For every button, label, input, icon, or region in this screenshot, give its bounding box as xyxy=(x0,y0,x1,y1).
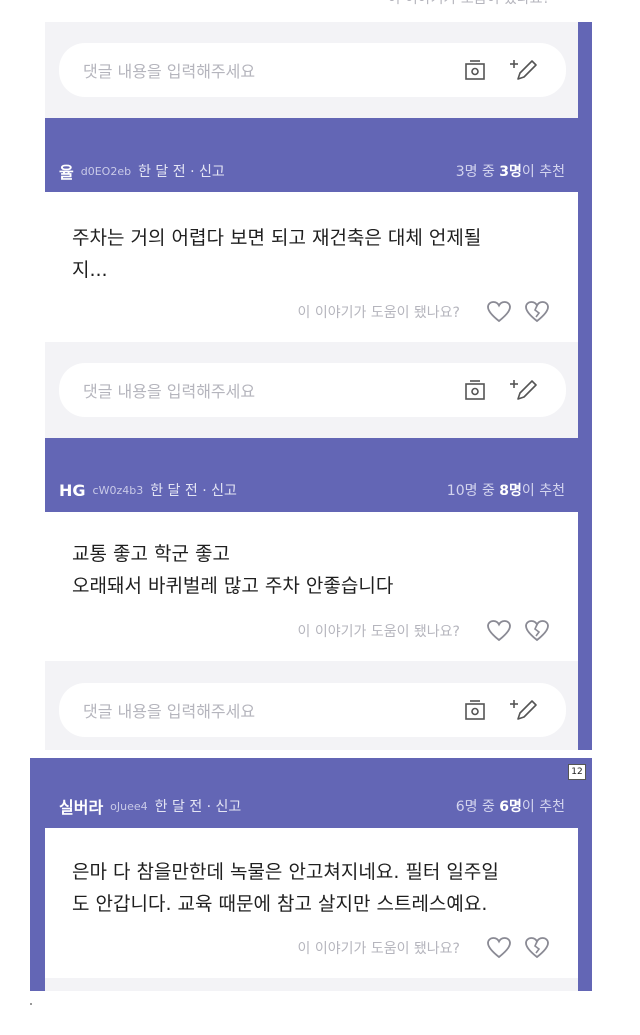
review-card: 교통 좋고 학군 좋고 오래돼서 바퀴벌레 많고 주차 안좋습니다 이 이야기가… xyxy=(45,512,578,661)
review-panel: 이 이야기가 도움이 됐나요? 댓글 내용을 입력해주세요 율 d0EO2eb xyxy=(45,0,592,750)
helpful-row: 이 이야기가 도움이 됐나요? xyxy=(298,619,550,643)
time-report-link[interactable]: 한 달 전 · 신고 xyxy=(138,161,225,181)
camera-icon[interactable] xyxy=(464,379,486,401)
add-pen-icon[interactable] xyxy=(508,58,538,82)
review-panel: 12 실버라 oJuee4 한 달 전 · 신고 6명 중 6명이 추천 은마 … xyxy=(30,758,592,991)
helpful-row: 이 이야기가 도움이 됐나요? xyxy=(298,936,550,960)
reviewer-nickname: 실버라 xyxy=(59,798,104,817)
comment-area: 댓글 내용을 입력해주세요 xyxy=(45,22,578,118)
reviewer-id: oJuee4 xyxy=(110,799,148,813)
comment-placeholder: 댓글 내용을 입력해주세요 xyxy=(83,702,256,721)
helpful-question: 이 이야기가 도움이 됐나요? xyxy=(388,0,550,8)
review-meta: 율 d0EO2eb 한 달 전 · 신고 3명 중 3명이 추천 xyxy=(59,158,565,184)
helpful-row: 이 이야기가 도움이 됐나요? xyxy=(298,300,550,324)
helpful-question: 이 이야기가 도움이 됐나요? xyxy=(297,305,460,321)
reviewer-id: cW0z4b3 xyxy=(92,483,144,497)
add-pen-icon[interactable] xyxy=(508,698,538,722)
helpful-question: 이 이야기가 도움이 됐나요? xyxy=(297,941,460,957)
time-report-link[interactable]: 한 달 전 · 신고 xyxy=(150,480,237,500)
broken-heart-icon[interactable] xyxy=(524,936,550,960)
reviewer-nickname: 율 xyxy=(59,163,74,182)
review-text: 교통 좋고 학군 좋고 오래돼서 바퀴벌레 많고 주차 안좋습니다 xyxy=(72,543,394,597)
comment-input[interactable]: 댓글 내용을 입력해주세요 xyxy=(59,43,566,97)
review-text: 주차는 거의 어렵다 보면 되고 재건축은 대체 언제될 지... xyxy=(72,227,482,281)
review-meta: HG cW0z4b3 한 달 전 · 신고 10명 중 8명이 추천 xyxy=(59,477,565,503)
camera-icon[interactable] xyxy=(464,59,486,81)
heart-icon[interactable] xyxy=(486,936,512,960)
review-meta: 실버라 oJuee4 한 달 전 · 신고 6명 중 6명이 추천 xyxy=(59,793,565,819)
review-card-fragment: 이 이야기가 도움이 됐나요? xyxy=(45,0,592,22)
recommend-count: 3명 중 3명이 추천 xyxy=(455,164,565,180)
comment-area: 댓글 내용을 입력해주세요 xyxy=(45,661,578,750)
comment-placeholder: 댓글 내용을 입력해주세요 xyxy=(83,62,256,81)
comment-placeholder: 댓글 내용을 입력해주세요 xyxy=(83,382,256,401)
heart-icon[interactable] xyxy=(486,300,512,324)
comment-input[interactable]: 댓글 내용을 입력해주세요 xyxy=(59,363,566,417)
recommend-count: 6명 중 6명이 추천 xyxy=(455,799,565,815)
helpful-row: 이 이야기가 도움이 됐나요? xyxy=(388,0,564,8)
review-text: 은마 다 참을만한데 녹물은 안고쳐지네요. 필터 일주일 도 안갑니다. 교육… xyxy=(72,861,499,915)
helpful-question: 이 이야기가 도움이 됐나요? xyxy=(297,624,460,640)
comment-area xyxy=(45,978,578,991)
broken-heart-icon[interactable] xyxy=(524,619,550,643)
review-card: 주차는 거의 어렵다 보면 되고 재건축은 대체 언제될 지... 이 이야기가… xyxy=(45,192,578,342)
comment-area: 댓글 내용을 입력해주세요 xyxy=(45,342,578,438)
heart-icon[interactable] xyxy=(486,619,512,643)
broken-heart-icon[interactable] xyxy=(524,300,550,324)
time-report-link[interactable]: 한 달 전 · 신고 xyxy=(155,796,242,816)
comment-input[interactable]: 댓글 내용을 입력해주세요 xyxy=(59,683,566,737)
reviewer-nickname: HG xyxy=(59,480,86,500)
camera-icon[interactable] xyxy=(464,699,486,721)
stray-dot xyxy=(30,1003,32,1005)
recommend-count: 10명 중 8명이 추천 xyxy=(446,483,565,499)
reviewer-id: d0EO2eb xyxy=(80,164,132,178)
review-card: 은마 다 참을만한데 녹물은 안고쳐지네요. 필터 일주일 도 안갑니다. 교육… xyxy=(45,828,578,978)
page-number-badge: 12 xyxy=(568,764,586,780)
add-pen-icon[interactable] xyxy=(508,378,538,402)
